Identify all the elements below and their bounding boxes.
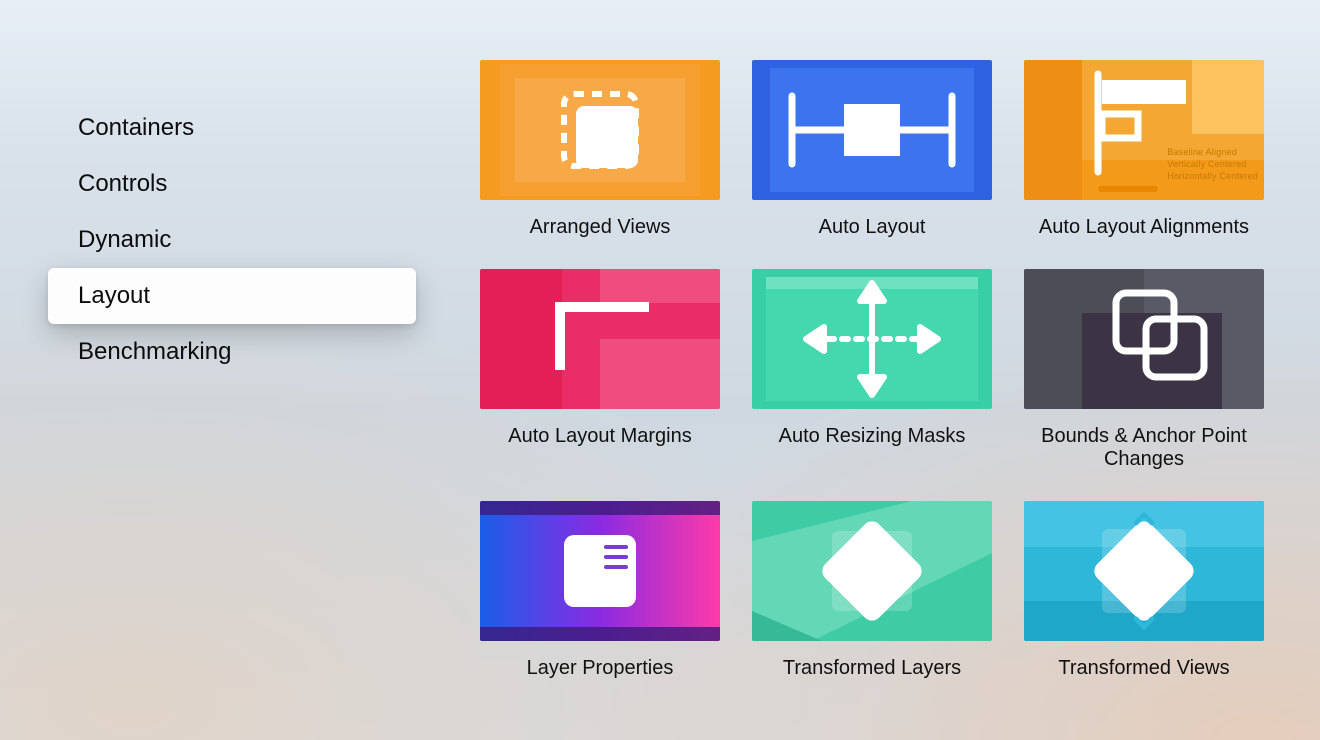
tile-caption: Auto Layout xyxy=(752,216,992,239)
grid-item-auto-layout[interactable]: Auto Layout xyxy=(752,60,992,239)
sidebar-item-containers[interactable]: Containers xyxy=(48,100,416,156)
sidebar-item-benchmarking[interactable]: Benchmarking xyxy=(48,324,416,380)
tile-caption: Auto Layout Margins xyxy=(480,425,720,448)
sidebar-item-label: Layout xyxy=(78,282,150,310)
margin-corner-icon xyxy=(480,269,720,409)
tile xyxy=(1024,501,1264,641)
tile-caption: Transformed Layers xyxy=(752,657,992,680)
grid-item-auto-resizing-masks[interactable]: Auto Resizing Masks xyxy=(752,269,992,471)
sidebar: Containers Controls Dynamic Layout Bench… xyxy=(48,100,416,380)
tile-caption: Auto Layout Alignments xyxy=(1024,216,1264,239)
tile xyxy=(1024,269,1264,409)
grid-item-transformed-views[interactable]: Transformed Views xyxy=(1024,501,1264,680)
diamond-icon xyxy=(752,501,992,641)
sidebar-item-label: Dynamic xyxy=(78,226,171,254)
stack-dashed-icon xyxy=(480,60,720,200)
sidebar-item-label: Controls xyxy=(78,170,167,198)
grid-item-layer-properties[interactable]: Layer Properties xyxy=(480,501,720,680)
tile xyxy=(480,501,720,641)
layer-card-icon xyxy=(480,501,720,641)
overlap-squares-icon xyxy=(1024,269,1264,409)
tile xyxy=(752,269,992,409)
tile-detail-text: Baseline Aligned Vertically Centered Hor… xyxy=(1167,146,1258,182)
grid-item-bounds-anchor[interactable]: Bounds & Anchor Point Changes xyxy=(1024,269,1264,471)
grid-item-arranged-views[interactable]: Arranged Views xyxy=(480,60,720,239)
tile-caption: Arranged Views xyxy=(480,216,720,239)
sidebar-item-dynamic[interactable]: Dynamic xyxy=(48,212,416,268)
sidebar-item-layout[interactable]: Layout xyxy=(48,268,416,324)
tile-caption: Transformed Views xyxy=(1024,657,1264,680)
content-grid: Arranged Views Auto Layout xyxy=(480,60,1300,680)
tile: Baseline Aligned Vertically Centered Hor… xyxy=(1024,60,1264,200)
resize-arrows-icon xyxy=(752,269,992,409)
sidebar-item-label: Benchmarking xyxy=(78,338,231,366)
tile-caption: Auto Resizing Masks xyxy=(752,425,992,448)
tile xyxy=(752,501,992,641)
sidebar-item-label: Containers xyxy=(78,114,194,142)
tile xyxy=(752,60,992,200)
grid-item-auto-layout-margins[interactable]: Auto Layout Margins xyxy=(480,269,720,471)
diamond-corners-icon xyxy=(1024,501,1264,641)
tile xyxy=(480,269,720,409)
grid-item-transformed-layers[interactable]: Transformed Layers xyxy=(752,501,992,680)
constraint-width-icon xyxy=(752,60,992,200)
sidebar-item-controls[interactable]: Controls xyxy=(48,156,416,212)
grid-item-auto-layout-alignments[interactable]: Baseline Aligned Vertically Centered Hor… xyxy=(1024,60,1264,239)
tile-caption: Layer Properties xyxy=(480,657,720,680)
tile xyxy=(480,60,720,200)
tile-caption: Bounds & Anchor Point Changes xyxy=(1024,425,1264,471)
